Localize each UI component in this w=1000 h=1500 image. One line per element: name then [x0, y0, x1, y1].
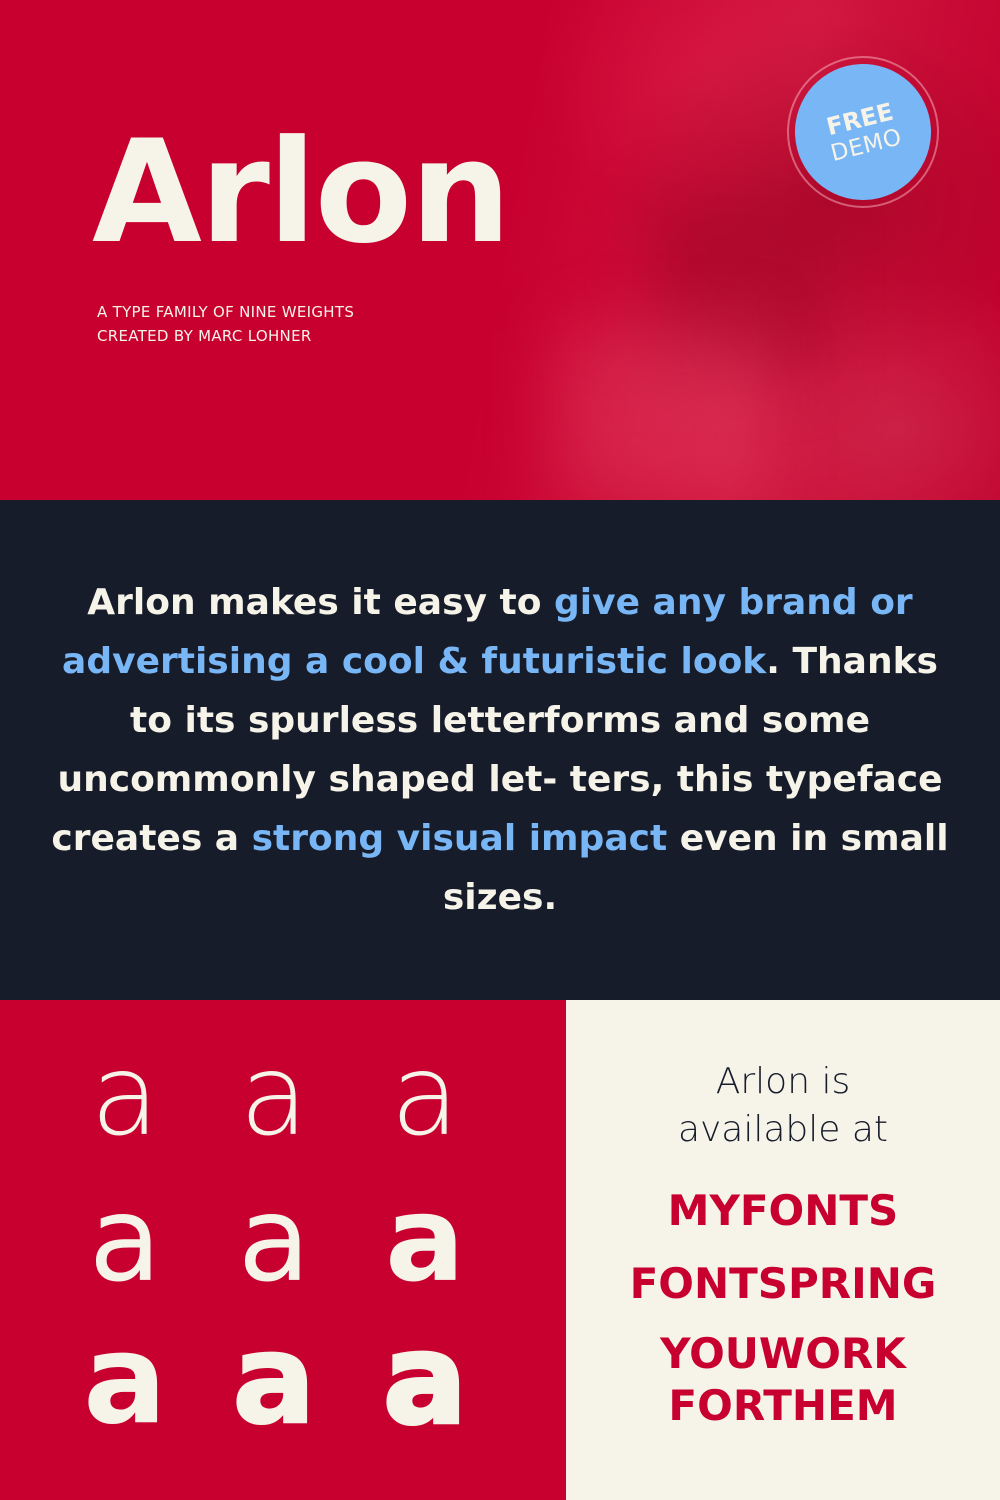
weight-glyph-thin: a — [90, 1031, 160, 1161]
weight-glyph-black: a — [381, 1308, 469, 1452]
weight-glyph-regular: a — [88, 1170, 162, 1308]
availability-text: Arlon is available at — [678, 1058, 888, 1154]
availability-line: available at — [677, 1109, 889, 1150]
vendor-link-youworkforthem[interactable]: YOUWORK FORTHEM — [630, 1328, 937, 1432]
weight-glyph-medium: a — [237, 1170, 311, 1308]
bottom-section: a a a a a a a a a Arlon is available at … — [0, 1000, 1000, 1500]
subtitle-line-author: CREATED BY MARC LOHNER — [97, 327, 312, 345]
weight-glyph-extralight: a — [239, 1031, 309, 1161]
hero-subtitle: A TYPE FAMILY OF NINE WEIGHTS CREATED BY… — [97, 300, 354, 348]
font-name-title: Arlon — [92, 110, 511, 275]
vendor-link-youworkforthem-line: YOUWORK — [660, 1329, 906, 1378]
pitch-section: Arlon makes it easy to give any brand or… — [0, 500, 1000, 1000]
weight-glyph-light: a — [390, 1031, 460, 1161]
weight-glyph-bold: a — [83, 1308, 167, 1452]
availability-panel: Arlon is available at MYFONTS FONTSPRING… — [566, 1000, 1000, 1500]
pitch-paragraph: Arlon makes it easy to give any brand or… — [50, 573, 950, 927]
subtitle-line-weights: A TYPE FAMILY OF NINE WEIGHTS — [97, 303, 355, 321]
hero-section: Arlon A TYPE FAMILY OF NINE WEIGHTS CREA… — [0, 0, 1000, 500]
weight-glyph-semibold: a — [385, 1170, 465, 1308]
weights-showcase: a a a a a a a a a — [0, 1000, 566, 1500]
vendor-link-myfonts[interactable]: MYFONTS — [630, 1174, 937, 1247]
vendor-link-fontspring[interactable]: FONTSPRING — [630, 1247, 937, 1320]
weight-glyph-extrabold: a — [231, 1308, 317, 1452]
pitch-text: Arlon makes it easy to — [87, 582, 554, 623]
pitch-highlight: strong visual impact — [251, 818, 668, 859]
vendor-link-youworkforthem-line: FORTHEM — [668, 1381, 898, 1430]
vendor-list: MYFONTS FONTSPRING YOUWORK FORTHEM — [630, 1174, 937, 1432]
availability-line: Arlon is — [715, 1061, 851, 1102]
